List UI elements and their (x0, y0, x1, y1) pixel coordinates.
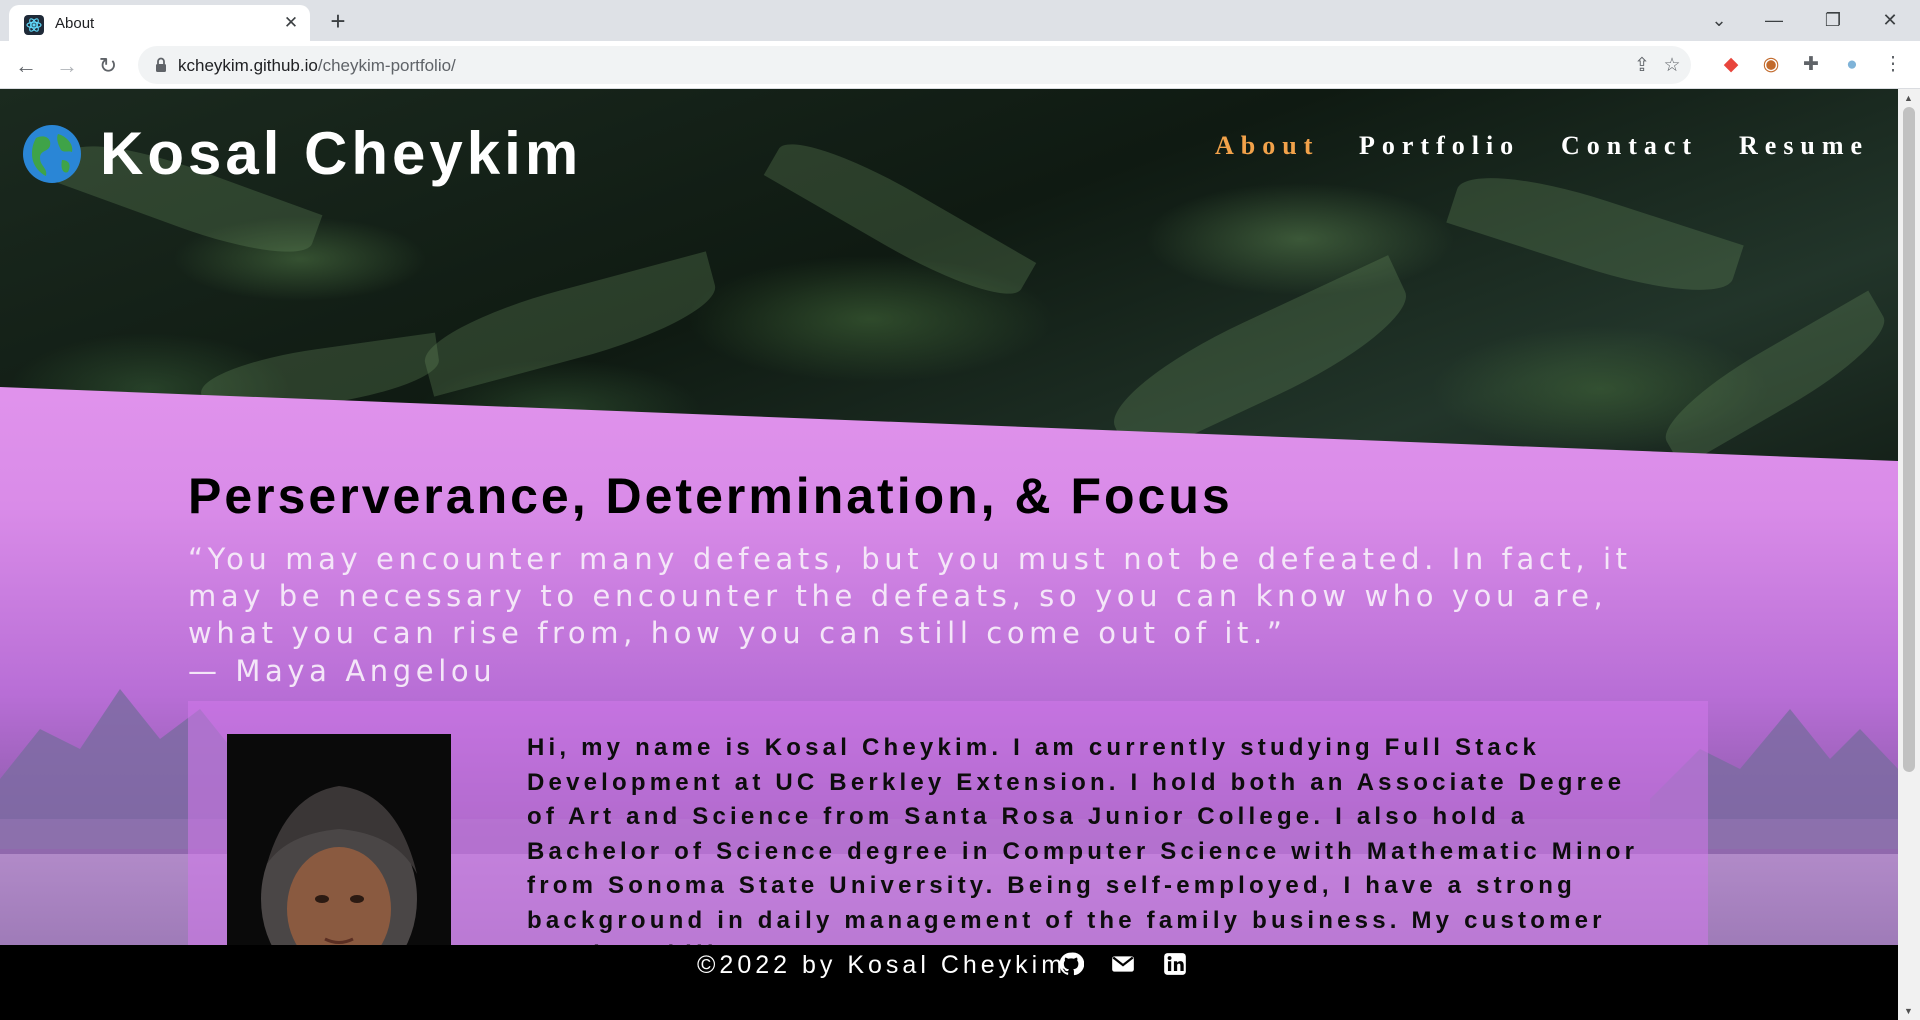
tab-title: About (55, 15, 95, 32)
browser-toolbar: ← → ↻ kcheykim.github.io/cheykim-portfol… (0, 41, 1920, 89)
linkedin-icon[interactable] (1162, 951, 1188, 977)
nav-link-about[interactable]: About (1215, 131, 1319, 161)
email-icon[interactable] (1110, 951, 1136, 977)
new-tab-button[interactable]: + (323, 6, 353, 36)
bio-text: Hi, my name is Kosal Cheykim. I am curre… (527, 734, 1639, 968)
github-icon[interactable] (1058, 951, 1084, 977)
url-path: /cheykim-portfolio/ (317, 56, 456, 75)
site-brand[interactable]: Kosal Cheykim (22, 119, 582, 188)
scrollbar-thumb[interactable] (1903, 107, 1915, 772)
browser-menu-icon[interactable]: ⋮ (1879, 51, 1907, 79)
extension-icon[interactable]: ◆ (1717, 51, 1745, 79)
browser-tab-strip: About ✕ + ⌄ — ❐ ✕ (0, 0, 1920, 41)
browser-tab-active[interactable]: About ✕ (9, 5, 310, 41)
minimize-button[interactable]: — (1746, 2, 1802, 38)
page-scrollbar[interactable]: ▲ ▼ (1898, 89, 1920, 1020)
window-close-button[interactable]: ✕ (1862, 2, 1918, 38)
nav-link-resume[interactable]: Resume (1739, 131, 1869, 161)
site-footer: ©2022 by Kosal Cheykim (0, 945, 1898, 1020)
brand-name: Kosal Cheykim (100, 120, 583, 187)
tab-search-icon[interactable]: ⌄ (1691, 2, 1747, 38)
react-atom-icon (24, 15, 44, 35)
bookmark-star-icon[interactable]: ☆ (1660, 54, 1684, 78)
nav-link-contact[interactable]: Contact (1561, 131, 1698, 161)
url-domain: kcheykim.github.io (178, 56, 318, 75)
page-viewport: Kosal Cheykim About Portfolio Contact Re… (0, 89, 1898, 1020)
scroll-up-arrow-icon[interactable]: ▲ (1904, 93, 1913, 103)
extension-icon[interactable]: ◉ (1757, 51, 1785, 79)
back-button[interactable]: ← (10, 50, 42, 82)
lock-icon[interactable] (152, 56, 170, 74)
scroll-down-arrow-icon[interactable]: ▼ (1904, 1006, 1913, 1016)
forward-button[interactable]: → (51, 50, 83, 82)
profile-avatar-icon[interactable]: ● (1838, 51, 1866, 79)
tab-close-icon[interactable]: ✕ (279, 11, 303, 35)
share-icon[interactable]: ⇪ (1630, 54, 1654, 78)
globe-icon (23, 124, 81, 183)
quote-text: “You may encounter many defeats, but you… (188, 542, 1632, 650)
extensions-puzzle-icon[interactable]: ✚ (1797, 51, 1825, 79)
page-headline: Perserverance, Determination, & Focus (188, 468, 1233, 524)
address-bar[interactable]: kcheykim.github.io/cheykim-portfolio/ ⇪ … (138, 46, 1691, 84)
footer-copyright: ©2022 by Kosal Cheykim (697, 951, 1067, 979)
reload-button[interactable]: ↻ (92, 50, 124, 82)
url-text[interactable]: kcheykim.github.io/cheykim-portfolio/ (178, 56, 456, 76)
restore-button[interactable]: ❐ (1805, 2, 1861, 38)
quote-author: — Maya Angelou (188, 654, 497, 688)
nav-link-portfolio[interactable]: Portfolio (1359, 131, 1520, 161)
